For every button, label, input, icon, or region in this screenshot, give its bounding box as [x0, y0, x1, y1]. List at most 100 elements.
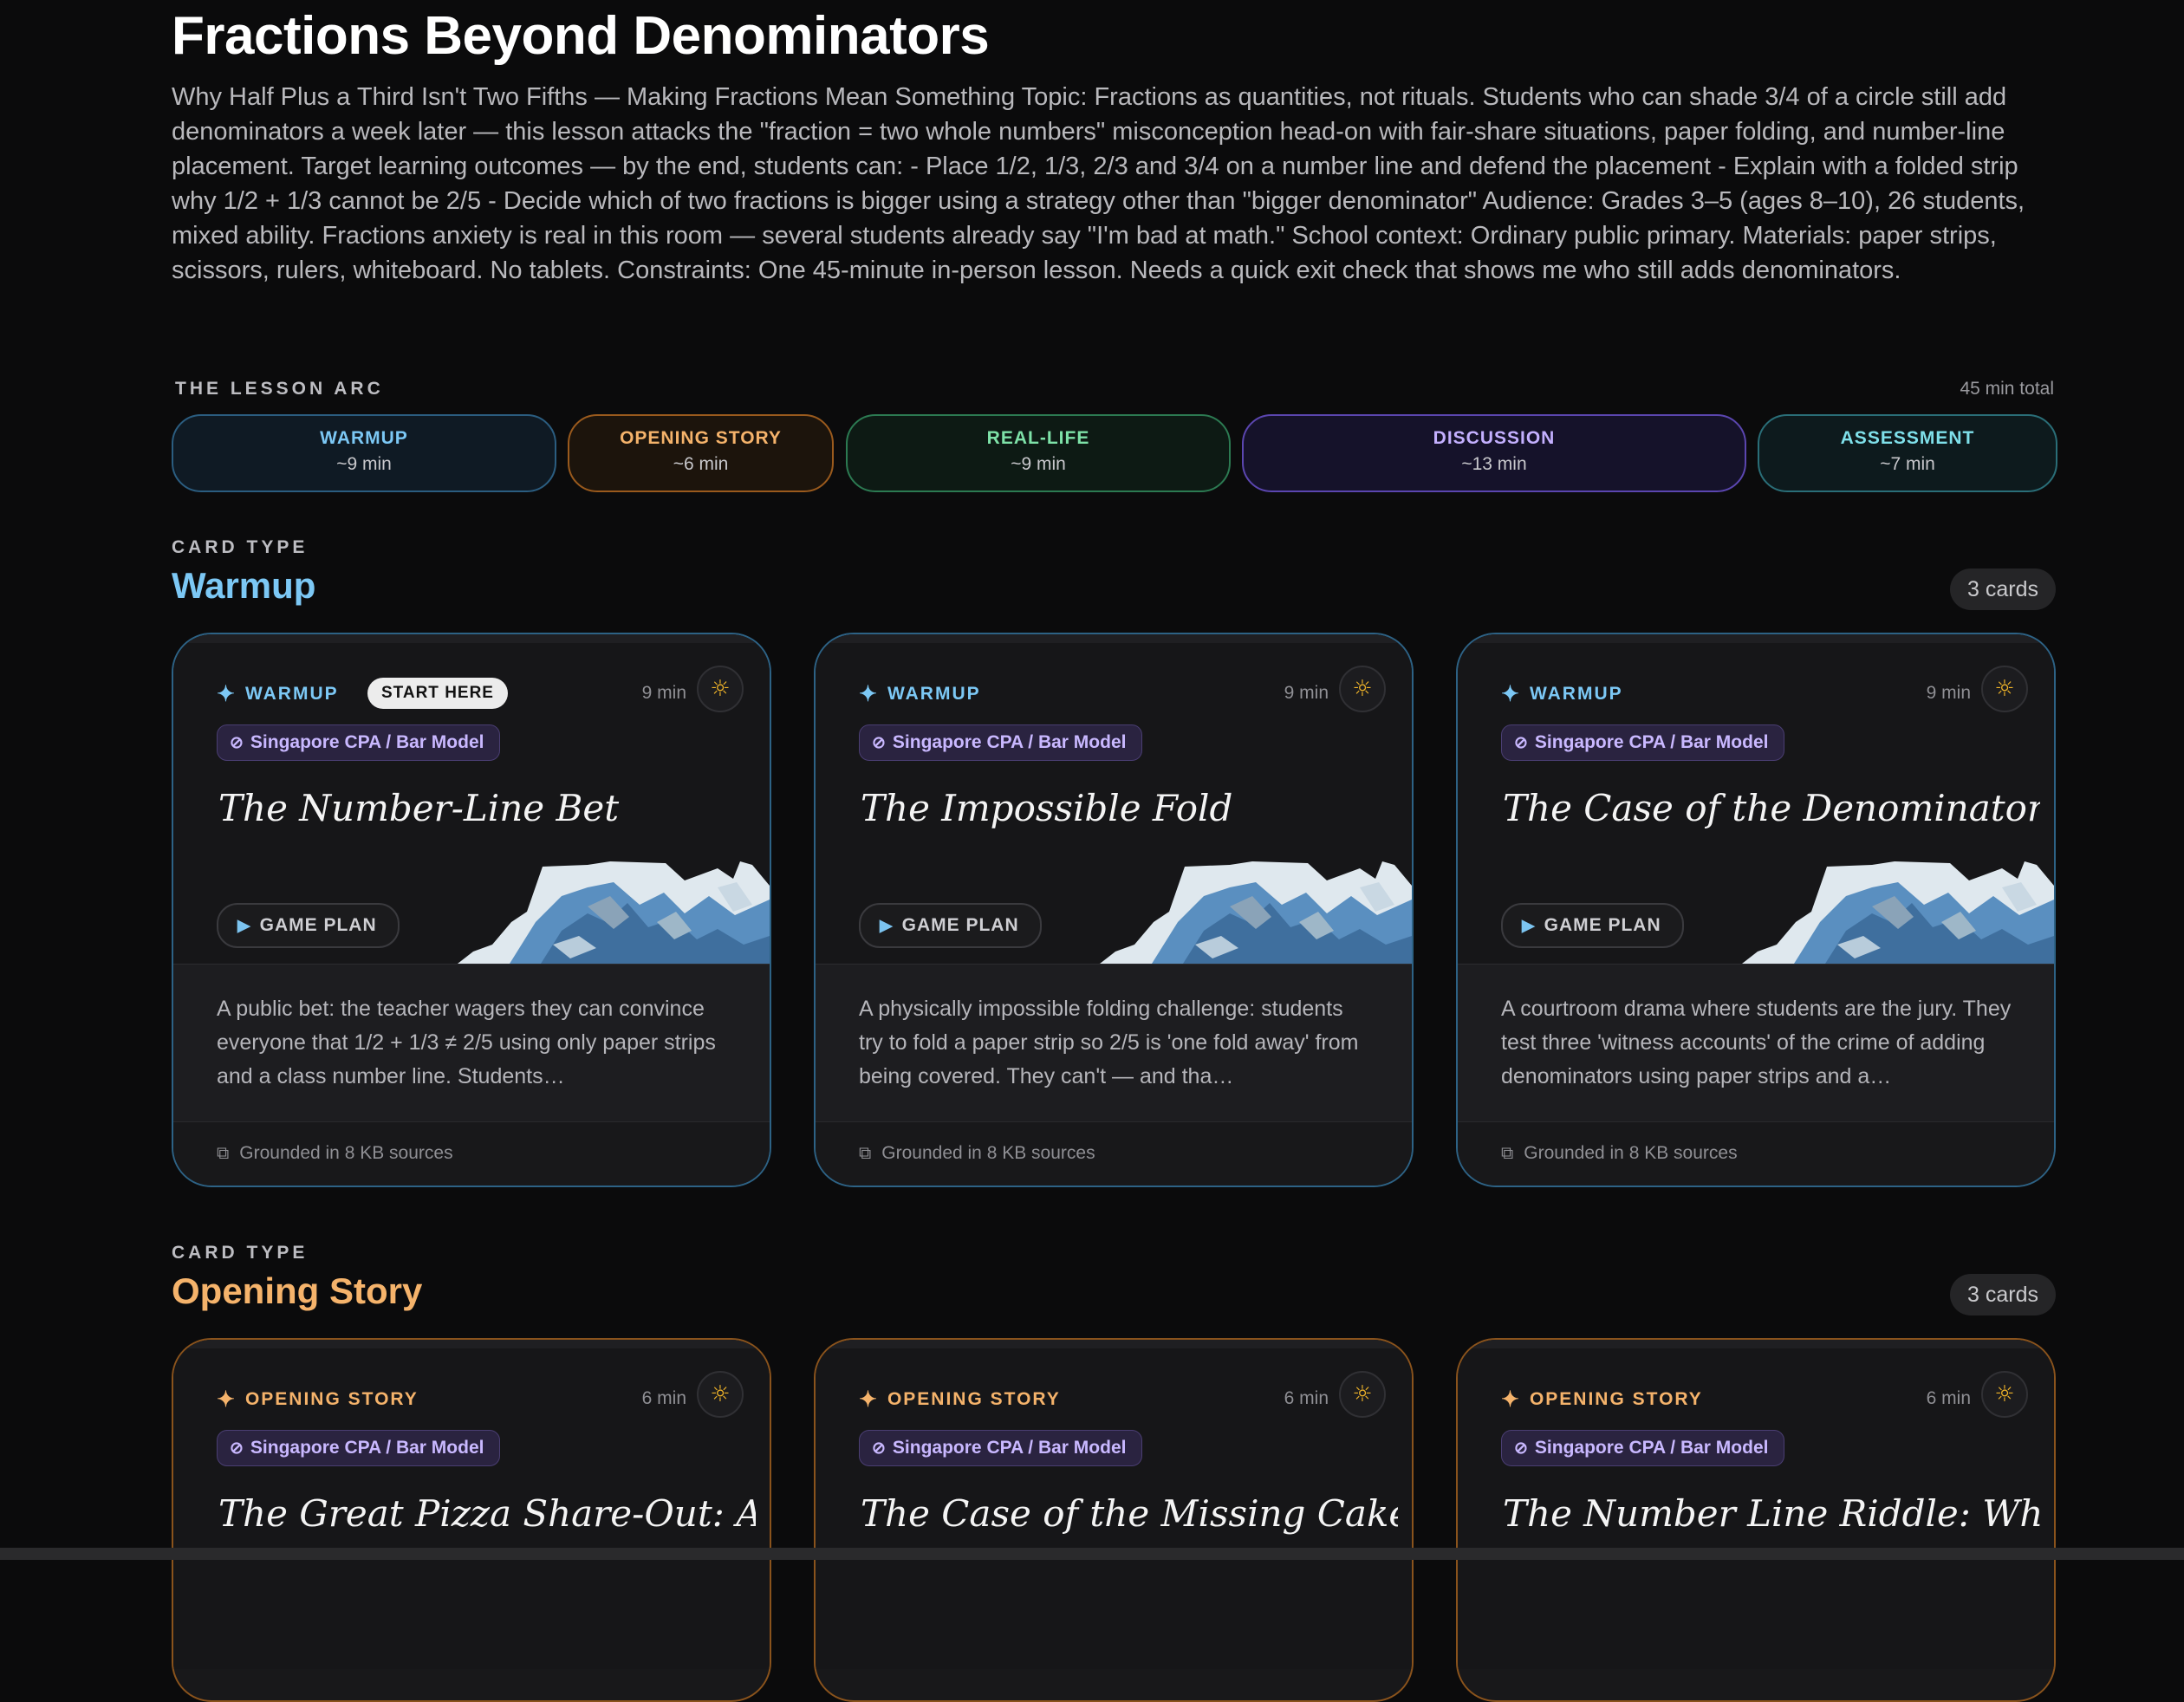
- card-header: ✦ WARMUP 9 min ☼ ⊘ Singapore CPA / Bar Model T…: [816, 634, 1412, 964]
- lesson-card[interactable]: ✦ WARMUP 9 min ☼ ⊘ Singapore CPA / Bar Model T…: [1456, 633, 2056, 1187]
- card-type-tag: ✦ WARMUP: [859, 681, 981, 707]
- lightbulb-icon[interactable]: ☼: [1981, 666, 2028, 712]
- card-header: ✦ OPENING STORY 6 min ☼ ⊘ Singapore CPA / Bar…: [1458, 1340, 2054, 1669]
- arc-segment-duration: ~9 min: [336, 454, 392, 474]
- arc-segment-assessment[interactable]: ASSESSMENT ~7 min: [1758, 414, 2057, 492]
- card-duration: 6 min: [1284, 1388, 1329, 1408]
- lightbulb-icon[interactable]: ☼: [1981, 1371, 2028, 1418]
- card-type-tag: ✦ WARMUP: [1501, 681, 1623, 707]
- play-icon: ▶: [880, 917, 894, 935]
- lightbulb-icon[interactable]: ☼: [697, 666, 744, 712]
- lesson-card[interactable]: ✦ WARMUP 9 min ☼ ⊘ Singapore CPA / Bar Model T…: [814, 633, 1414, 1187]
- card-title: The Case of the Missing Cake — A: [861, 1492, 1398, 1535]
- card-sources-label: Grounded in 8 KB sources: [1524, 1143, 1738, 1163]
- section-title: Warmup: [172, 565, 316, 606]
- lesson-card[interactable]: ✦ WARMUP START HERE 9 min ☼ ⊘ Singapore CPA / …: [172, 633, 771, 1187]
- compass-icon: ⊘: [230, 1439, 244, 1458]
- card-sources-link[interactable]: ⧉ Grounded in 8 KB sources: [173, 1121, 770, 1186]
- card-sources-link[interactable]: ⧉ Grounded in 8 KB sources: [816, 1121, 1412, 1186]
- play-icon: ▶: [1522, 917, 1536, 935]
- game-plan-button[interactable]: ▶ GAME PLAN: [859, 903, 1042, 948]
- lightbulb-icon[interactable]: ☼: [1339, 666, 1386, 712]
- mountain-illustration: [458, 861, 770, 964]
- mountain-illustration: [1742, 861, 2054, 964]
- card-sources-label: Grounded in 8 KB sources: [239, 1143, 453, 1163]
- card-sources-label: Grounded in 8 KB sources: [881, 1143, 1095, 1163]
- compass-icon: ⊘: [872, 1439, 886, 1458]
- section-kicker: CARD TYPE: [172, 1243, 309, 1263]
- card-type-label: WARMUP: [887, 684, 981, 704]
- sparkle-icon: ✦: [1501, 682, 1521, 706]
- arc-segment-opening-story[interactable]: OPENING STORY ~6 min: [568, 414, 834, 492]
- lesson-description: Why Half Plus a Third Isn't Two Fifths —…: [172, 83, 2025, 284]
- arc-segment-duration: ~9 min: [1011, 454, 1066, 474]
- lesson-card[interactable]: ✦ OPENING STORY 6 min ☼ ⊘ Singapore CPA / Bar…: [172, 1338, 771, 1702]
- method-badge: ⊘ Singapore CPA / Bar Model: [859, 1430, 1143, 1466]
- compass-icon: ⊘: [872, 734, 886, 752]
- external-link-icon: ⧉: [217, 1144, 230, 1163]
- compass-icon: ⊘: [1514, 1439, 1528, 1458]
- arc-segment-name: OPENING STORY: [620, 428, 782, 448]
- lesson-arc-label: THE LESSON ARC: [175, 379, 384, 399]
- arc-segment-duration: ~13 min: [1461, 454, 1527, 474]
- mountain-illustration: [1100, 861, 1412, 964]
- lesson-arc-total: 45 min total: [1960, 379, 2054, 399]
- card-type-tag: ✦ WARMUP: [217, 681, 339, 707]
- card-header: ✦ OPENING STORY 6 min ☼ ⊘ Singapore CPA / Bar…: [816, 1340, 1412, 1669]
- lightbulb-icon[interactable]: ☼: [697, 1371, 744, 1418]
- lesson-card[interactable]: ✦ OPENING STORY 6 min ☼ ⊘ Singapore CPA / Bar…: [1456, 1338, 2056, 1702]
- arc-segment-name: WARMUP: [320, 428, 408, 448]
- card-type-label: WARMUP: [1529, 684, 1623, 704]
- arc-segment-duration: ~6 min: [673, 454, 729, 474]
- card-duration: 9 min: [641, 683, 686, 703]
- arc-segment-real-life[interactable]: REAL-LIFE ~9 min: [846, 414, 1231, 492]
- method-label: Singapore CPA / Bar Model: [892, 1438, 1127, 1458]
- game-plan-label: GAME PLAN: [259, 915, 377, 935]
- game-plan-label: GAME PLAN: [901, 915, 1019, 935]
- card-sources-link[interactable]: ⧉ Grounded in 8 KB sources: [1458, 1121, 2054, 1186]
- bottom-scroll-edge: [0, 1548, 2184, 1560]
- card-count-badge: 3 cards: [1950, 1274, 2056, 1315]
- method-badge: ⊘ Singapore CPA / Bar Model: [217, 1430, 501, 1466]
- card-duration: 6 min: [641, 1388, 686, 1408]
- card-type-label: OPENING STORY: [1529, 1389, 1703, 1409]
- arc-segment-name: ASSESSMENT: [1840, 428, 1975, 448]
- card-summary-text: A physically impossible folding challeng…: [859, 997, 1359, 1088]
- method-badge: ⊘ Singapore CPA / Bar Model: [1501, 724, 1785, 761]
- start-here-badge: START HERE: [367, 678, 508, 709]
- card-title: The Impossible Fold: [861, 787, 1233, 829]
- compass-icon: ⊘: [1514, 734, 1528, 752]
- method-label: Singapore CPA / Bar Model: [1534, 1438, 1769, 1458]
- arc-segment-discussion[interactable]: DISCUSSION ~13 min: [1242, 414, 1746, 492]
- lightbulb-icon[interactable]: ☼: [1339, 1371, 1386, 1418]
- external-link-icon: ⧉: [1501, 1144, 1514, 1163]
- arc-segment-name: REAL-LIFE: [986, 428, 1090, 448]
- card-title: The Case of the Denominator Crime: [1503, 787, 2040, 829]
- section-title: Opening Story: [172, 1270, 423, 1311]
- card-title: The Great Pizza Share-Out: A Story: [218, 1492, 756, 1535]
- card-duration: 6 min: [1926, 1388, 1971, 1408]
- card-summary: A public bet: the teacher wagers they ca…: [173, 964, 770, 1121]
- play-icon: ▶: [237, 917, 251, 935]
- method-label: Singapore CPA / Bar Model: [250, 1438, 484, 1458]
- arc-segment-warmup[interactable]: WARMUP ~9 min: [172, 414, 556, 492]
- card-count-badge: 3 cards: [1950, 568, 2056, 610]
- card-type-label: OPENING STORY: [887, 1389, 1061, 1409]
- card-title: The Number-Line Bet: [218, 787, 620, 829]
- card-header: ✦ WARMUP 9 min ☼ ⊘ Singapore CPA / Bar Model T…: [1458, 634, 2054, 964]
- card-duration: 9 min: [1926, 683, 1971, 703]
- sparkle-icon: ✦: [1501, 1387, 1521, 1412]
- game-plan-button[interactable]: ▶ GAME PLAN: [1501, 903, 1684, 948]
- sparkle-icon: ✦: [859, 1387, 879, 1412]
- card-summary-text: A public bet: the teacher wagers they ca…: [217, 997, 716, 1088]
- method-label: Singapore CPA / Bar Model: [250, 732, 484, 752]
- method-badge: ⊘ Singapore CPA / Bar Model: [217, 724, 501, 761]
- card-type-tag: ✦ OPENING STORY: [1501, 1387, 1703, 1413]
- game-plan-button[interactable]: ▶ GAME PLAN: [217, 903, 400, 948]
- card-type-label: OPENING STORY: [244, 1389, 419, 1409]
- game-plan-label: GAME PLAN: [1544, 915, 1661, 935]
- card-summary: A physically impossible folding challeng…: [816, 964, 1412, 1121]
- method-badge: ⊘ Singapore CPA / Bar Model: [1501, 1430, 1785, 1466]
- lesson-card[interactable]: ✦ OPENING STORY 6 min ☼ ⊘ Singapore CPA / Bar…: [814, 1338, 1414, 1702]
- sparkle-icon: ✦: [859, 682, 879, 706]
